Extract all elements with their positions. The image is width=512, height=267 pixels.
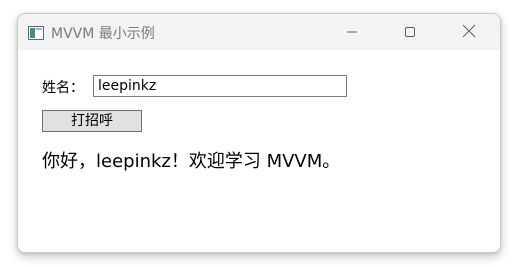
maximize-icon	[404, 23, 416, 42]
close-icon	[462, 23, 476, 42]
window-title: MVVM 最小示例	[51, 26, 155, 42]
name-input[interactable]	[93, 75, 347, 97]
window-content: 姓名： 打招呼 你好，leepinkz！欢迎学习 MVVM。	[18, 50, 500, 252]
greeting-text: 你好，leepinkz！欢迎学习 MVVM。	[42, 151, 341, 172]
minimize-button[interactable]	[329, 14, 375, 50]
minimize-icon	[346, 23, 358, 42]
close-button[interactable]	[446, 14, 492, 50]
name-label: 姓名：	[42, 80, 84, 96]
greet-button[interactable]: 打招呼	[42, 110, 142, 132]
title-bar[interactable]: MVVM 最小示例	[18, 14, 500, 50]
maximize-button[interactable]	[387, 14, 433, 50]
app-window-icon	[28, 25, 44, 40]
app-window: MVVM 最小示例 姓名： leepinkz 打招呼 你好，leepinkz！欢…	[17, 13, 501, 253]
